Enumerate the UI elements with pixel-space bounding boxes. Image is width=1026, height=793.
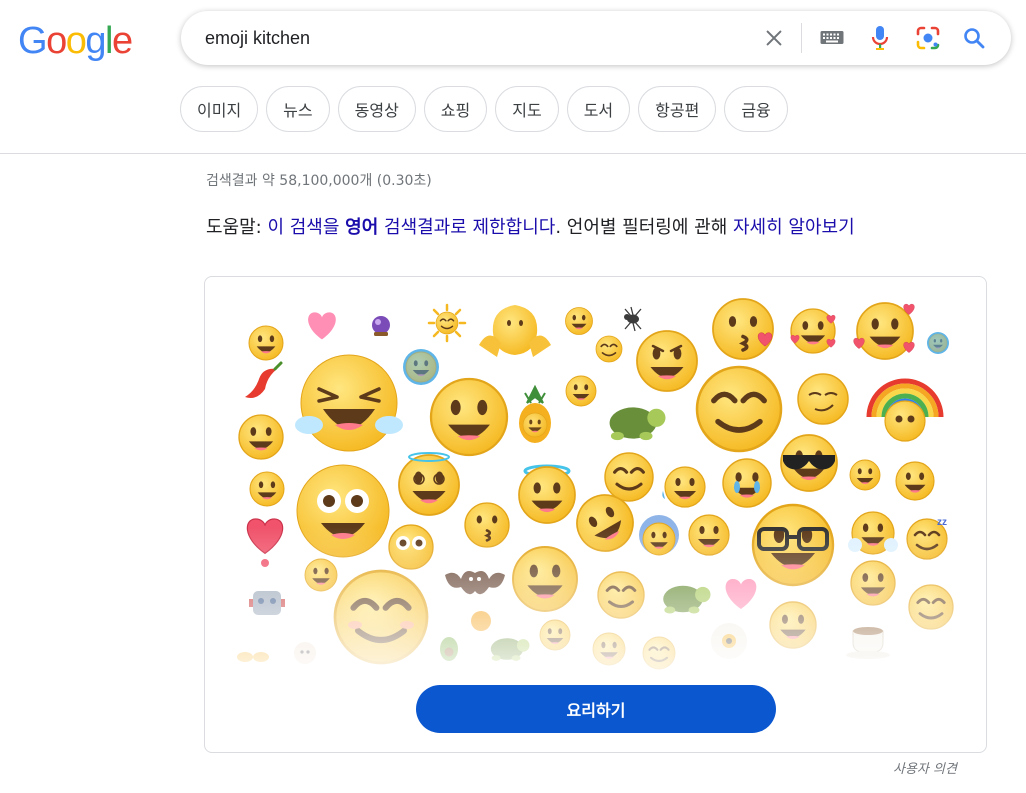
tab-books[interactable]: 도서: [566, 86, 631, 132]
butterfly-emoji[interactable]: [237, 652, 269, 662]
blossom-grin-emoji[interactable]: [768, 600, 818, 650]
hugging-grin-emoji[interactable]: [849, 559, 897, 607]
smiling-open-face-emoji[interactable]: [895, 461, 935, 501]
search-box: [181, 11, 1011, 65]
sparkling-heart-emoji[interactable]: [308, 312, 336, 340]
tip-middle: . 언어별 필터링에 관해: [555, 217, 733, 238]
teary-grin-emoji[interactable]: [721, 457, 773, 509]
dizzy-face-emoji[interactable]: [397, 452, 461, 517]
tab-flights[interactable]: 항공편: [638, 86, 717, 132]
lens-camera-icon[interactable]: [913, 23, 943, 53]
beaming-sweat-emoji[interactable]: [688, 514, 730, 556]
spider-emoji[interactable]: [624, 306, 642, 332]
search-divider: [801, 23, 802, 53]
robot-face-emoji[interactable]: [249, 591, 285, 615]
face-with-hearts-emoji[interactable]: [853, 301, 915, 361]
freezing-face-emoji[interactable]: [403, 349, 439, 385]
tiger-face-emoji[interactable]: [471, 611, 491, 631]
grin-snowflake-emoji[interactable]: [848, 510, 898, 556]
smiling-cheeks-emoji[interactable]: [539, 619, 571, 651]
turtle-face-emoji[interactable]: [609, 407, 666, 441]
grimacing-face-emoji[interactable]: [237, 413, 285, 461]
microphone-icon[interactable]: [865, 23, 895, 53]
feedback-link[interactable]: 사용자 의견: [893, 758, 957, 777]
blushing-face-emoji[interactable]: [641, 635, 677, 671]
big-soft-smile-emoji[interactable]: [335, 571, 427, 663]
google-logo[interactable]: Google: [18, 22, 133, 60]
restrict-link-text-b: 검색결과로 제한합니다: [378, 217, 556, 238]
emoji-kitchen-card: zz 요리하기: [204, 276, 987, 753]
chili-pepper-emoji[interactable]: [245, 361, 283, 398]
tear-smile-emoji[interactable]: [249, 471, 285, 507]
search-input[interactable]: [205, 25, 725, 51]
turtle-emoji[interactable]: [663, 585, 711, 614]
anxious-sweat-emoji[interactable]: [639, 515, 679, 556]
sick-face-emoji[interactable]: [304, 558, 338, 592]
header-divider: [0, 153, 1026, 154]
smirking-face-emoji[interactable]: [797, 373, 849, 425]
restrict-english-link[interactable]: 이 검색을 영어 검색결과로 제한합니다: [267, 217, 555, 238]
tab-images[interactable]: 이미지: [180, 86, 259, 132]
halo-face-emoji[interactable]: [595, 335, 623, 363]
search-icon[interactable]: [959, 23, 989, 53]
avocado-emoji[interactable]: [440, 637, 458, 661]
cold-face-emoji[interactable]: [927, 332, 949, 354]
kissing-heart-emoji[interactable]: [711, 297, 775, 361]
tip-prefix: 도움말:: [206, 217, 268, 238]
coffee-cup-emoji[interactable]: [846, 627, 890, 659]
tab-videos[interactable]: 동영상: [337, 86, 416, 132]
smiling-cute-face-emoji[interactable]: [697, 367, 781, 451]
turtle-small-emoji[interactable]: [490, 638, 530, 661]
smiling-face-big-emoji[interactable]: [429, 377, 509, 457]
content-smile-emoji[interactable]: [907, 583, 955, 631]
winking-grin-emoji[interactable]: [511, 545, 579, 613]
bat-emoji[interactable]: [445, 571, 505, 595]
angel-grin-emoji[interactable]: [517, 464, 577, 525]
nerd-face-emoji[interactable]: [751, 503, 835, 587]
restrict-link-text-a: 이 검색을: [267, 217, 346, 238]
heart-eyes-face-emoji[interactable]: [592, 632, 626, 666]
eyeball-emoji[interactable]: [711, 623, 747, 659]
search-tabs: 이미지 뉴스 동영상 쇼핑 지도 도서 항공편 금융: [180, 86, 788, 132]
flushed-face-emoji[interactable]: [388, 524, 434, 570]
tab-shopping[interactable]: 쇼핑: [423, 86, 488, 132]
pineapple-face-emoji[interactable]: [519, 384, 551, 443]
learn-more-link[interactable]: 자세히 알아보기: [733, 217, 855, 238]
sleepy-face-emoji[interactable]: zz: [905, 517, 949, 561]
grinning-face-emoji[interactable]: [248, 325, 284, 361]
grinning-squint-emoji[interactable]: [603, 451, 655, 503]
kissing-face-emoji[interactable]: [463, 501, 511, 549]
crystal-ball-emoji[interactable]: [372, 316, 390, 336]
keyboard-icon[interactable]: [817, 23, 847, 53]
clear-icon[interactable]: [759, 23, 789, 53]
tab-news[interactable]: 뉴스: [266, 86, 330, 132]
cook-button[interactable]: 요리하기: [416, 685, 776, 733]
result-stats: 검색결과 약 58,100,000개 (0.30초): [206, 173, 432, 189]
tab-finance[interactable]: 금융: [724, 86, 788, 132]
heart-exclamation-emoji[interactable]: [246, 518, 284, 567]
angry-grin-emoji[interactable]: [635, 329, 699, 393]
relieved-face-emoji[interactable]: [596, 570, 646, 620]
pink-heart-emoji[interactable]: [725, 579, 757, 609]
thinking-face-emoji[interactable]: [849, 459, 881, 491]
wide-eyed-grin-emoji[interactable]: [296, 464, 390, 558]
hugging-face-emoji[interactable]: [479, 305, 551, 357]
grin-sweat-emoji[interactable]: [662, 466, 706, 508]
rainbow-pleading-emoji[interactable]: [866, 378, 944, 442]
tab-maps[interactable]: 지도: [495, 86, 559, 132]
restrict-link-bold: 영어: [345, 217, 379, 238]
language-tip: 도움말: 이 검색을 영어 검색결과로 제한합니다. 언어별 필터링에 관해 자…: [206, 213, 855, 239]
emoji-collage: zz: [237, 297, 955, 671]
sunglasses-grin-emoji[interactable]: [779, 433, 839, 493]
svg-text:zz: zz: [937, 517, 947, 528]
dog-face-emoji[interactable]: [294, 642, 316, 664]
sun-emoji[interactable]: [427, 303, 467, 343]
laughing-tears-face-emoji[interactable]: [295, 354, 403, 452]
smiling-face-emoji[interactable]: [564, 306, 594, 336]
sweat-grin-emoji[interactable]: [565, 375, 597, 407]
smiling-hearts-emoji[interactable]: [789, 307, 837, 355]
